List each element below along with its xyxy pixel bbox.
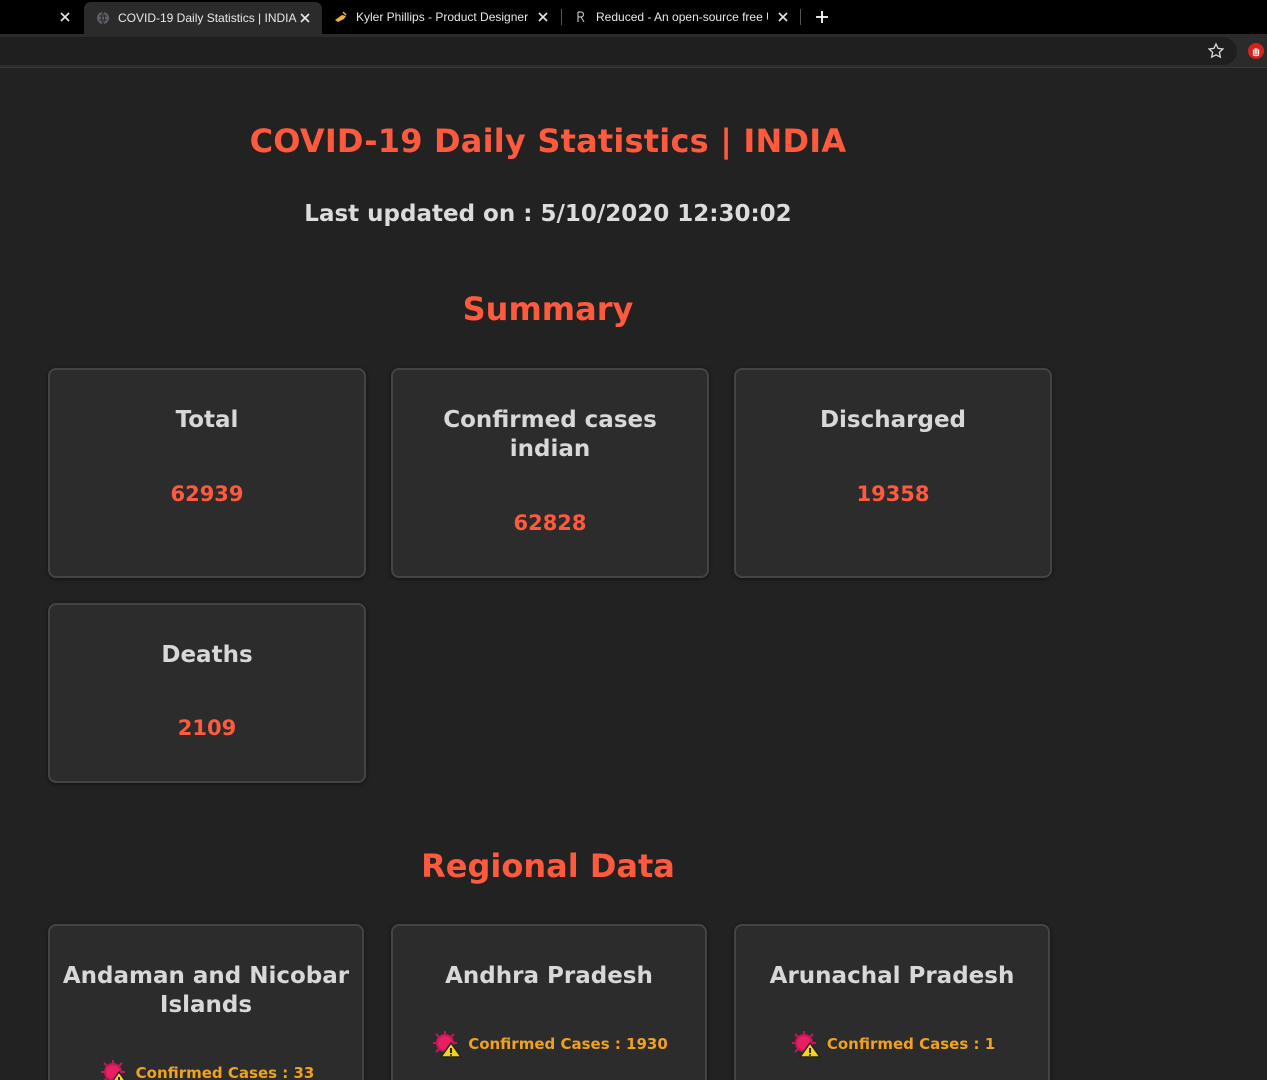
- card-value: 19358: [856, 482, 930, 506]
- regional-heading: Regional Data: [421, 847, 675, 885]
- summary-card-total: Total 62939: [48, 368, 366, 578]
- globe-icon: [96, 11, 110, 25]
- tab-previous[interactable]: [0, 0, 82, 34]
- card-value: 2109: [177, 716, 237, 740]
- stop-hand-icon[interactable]: [1247, 42, 1265, 60]
- close-icon[interactable]: [298, 11, 312, 25]
- tab-covid-stats[interactable]: COVID-19 Daily Statistics | INDIA: [84, 2, 322, 34]
- plus-icon: [816, 11, 828, 23]
- page-title: COVID-19 Daily Statistics | INDIA: [249, 122, 847, 160]
- address-bar[interactable]: [0, 37, 1237, 65]
- star-icon[interactable]: [1207, 42, 1225, 60]
- confirmed-cases: Confirmed Cases : 1: [736, 1029, 1048, 1059]
- confirmed-cases-text: Confirmed Cases : 33: [135, 1064, 315, 1080]
- virus-warning-icon: [433, 1031, 463, 1058]
- summary-heading: Summary: [462, 290, 634, 328]
- close-icon[interactable]: [58, 10, 72, 24]
- r-logo-icon: [574, 10, 588, 24]
- confirmed-cases-text: Confirmed Cases : 1: [826, 1035, 996, 1053]
- tab-reduced[interactable]: Reduced - An open-source free U: [562, 0, 800, 34]
- card-value: 62939: [170, 482, 244, 506]
- card-label: Deaths: [161, 642, 253, 668]
- card-label: Discharged: [819, 407, 967, 433]
- summary-card-discharged: Discharged 19358: [734, 368, 1052, 578]
- card-value: 62828: [513, 511, 587, 535]
- summary-card-confirmed: Confirmed cases indian 62828: [391, 368, 709, 578]
- tab-bar: COVID-19 Daily Statistics | INDIA Kyler …: [0, 0, 1267, 34]
- tab-kyler-phillips[interactable]: Kyler Phillips - Product Designer: [322, 0, 560, 34]
- new-tab-button[interactable]: [811, 7, 833, 27]
- card-label: Total: [175, 407, 239, 433]
- region-card: Andhra Pradesh Confirmed Cases : 1930: [391, 924, 707, 1080]
- tab-separator: [800, 9, 801, 25]
- confirmed-cases: Confirmed Cases : 33: [50, 1058, 362, 1080]
- card-label: Confirmed cases indian: [443, 407, 657, 462]
- summary-card-deaths: Deaths 2109: [48, 603, 366, 783]
- close-icon[interactable]: [536, 10, 550, 24]
- confirmed-cases-text: Confirmed Cases : 1930: [468, 1035, 668, 1053]
- confirmed-cases: Confirmed Cases : 1930: [393, 1029, 705, 1059]
- region-card: Arunachal Pradesh Confirmed Cases : 1: [734, 924, 1050, 1080]
- virus-warning-icon: [100, 1060, 126, 1080]
- page-content: COVID-19 Daily Statistics | INDIA Last u…: [0, 69, 1267, 1080]
- browser-toolbar: [0, 34, 1267, 68]
- region-card: Andaman and Nicobar Islands Confirmed Ca…: [48, 924, 364, 1080]
- last-updated-text: Last updated on : 5/10/2020 12:30:02: [304, 201, 792, 227]
- writing-hand-icon: [334, 10, 348, 24]
- region-name: Andhra Pradesh: [445, 963, 653, 989]
- close-icon[interactable]: [776, 10, 790, 24]
- region-name: Andaman and Nicobar Islands: [62, 963, 350, 1018]
- region-name: Arunachal Pradesh: [769, 963, 1015, 989]
- virus-warning-icon: [791, 1031, 822, 1058]
